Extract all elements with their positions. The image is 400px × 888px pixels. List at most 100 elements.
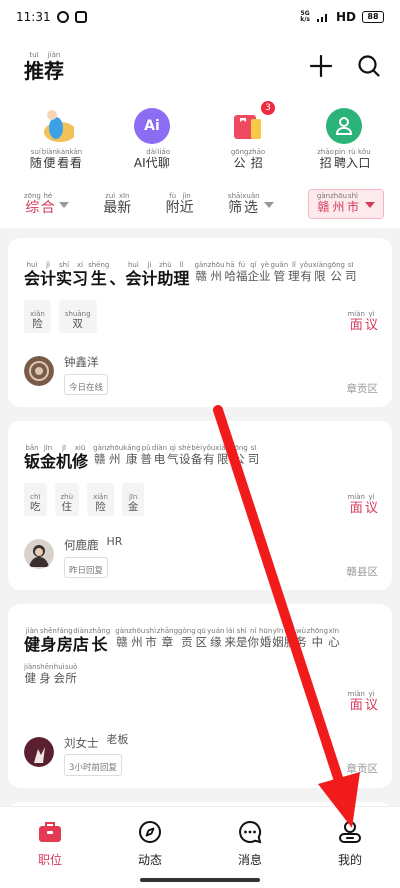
company-name: gàn 赣 zhōu 州 shì 市 zhāng 章 gòng 贡 qū 区 yuán 缘 lái 来 shì 是… <box>115 627 339 649</box>
char: 日 <box>77 565 87 576</box>
char: 章 <box>346 382 358 395</box>
quick-ai[interactable]: Ai AI dài 代 liáo 聊 <box>107 108 197 170</box>
figure-icon <box>38 108 74 144</box>
quick-suibian[interactable]: suí 随 biàn 便 kàn 看 kàn 看 <box>11 108 101 170</box>
add-button[interactable] <box>308 53 334 79</box>
char: 区 <box>367 763 379 776</box>
benefit-tags: chī 吃 zhù 住 xiǎn 险 jīn 金 <box>24 482 145 517</box>
char: 前 <box>91 763 100 774</box>
char: zhù 住 <box>60 492 74 513</box>
filter-nearby[interactable]: fù 附 jìn 近 <box>166 192 194 216</box>
bottom-nav: 职位 动态 消息 我的 <box>0 806 400 888</box>
char: zhōu 州 <box>128 627 146 650</box>
char: yè 业 <box>259 261 271 283</box>
char: zhāng 章 <box>156 627 179 650</box>
filter-label: shāi 筛 xuǎn 选 <box>228 192 260 216</box>
filter-comprehensive[interactable]: zōng 综 hé 合 <box>24 192 69 216</box>
dropdown-arrow-icon <box>58 201 69 208</box>
char: kāng 康 <box>123 444 141 467</box>
nav-label: 消息 <box>237 853 262 867</box>
char: 区 <box>367 382 379 395</box>
char: jìn 近 <box>179 191 194 216</box>
char: qū 区 <box>195 627 208 650</box>
char: 何 <box>64 538 76 553</box>
char: zuì 最 <box>103 191 118 216</box>
char: 刘 <box>64 735 76 750</box>
char: gàn 赣 <box>115 627 129 650</box>
char: 日 <box>77 382 87 393</box>
city-selector[interactable]: gàn 赣 zhōu 州 shì 市 <box>307 189 384 219</box>
quick-label: zhāo 招 pìn 聘 rù 入 kǒu 口 <box>317 148 371 170</box>
char: gàn 赣 <box>194 261 208 283</box>
char: shāi 筛 <box>227 191 243 216</box>
char: xīn 新 <box>117 191 132 216</box>
briefcase-icon <box>39 822 61 842</box>
district: 章贡区 <box>347 375 379 396</box>
char: liáo 聊 <box>157 148 171 170</box>
char: guǎn 管 <box>270 261 289 283</box>
char: 复 <box>108 763 117 774</box>
filter-label: zōng 综 hé 合 <box>24 192 55 216</box>
recruiter-role: HR <box>106 534 123 548</box>
char: hé 合 <box>40 191 55 216</box>
char: xiàn 限 <box>312 261 328 283</box>
char: kàn 看 <box>56 148 70 170</box>
recruiter[interactable]: 钟鑫洋 今日在线 <box>24 347 109 396</box>
char: yǒu 有 <box>202 444 216 467</box>
char: zhōu 州 <box>106 444 124 467</box>
job-card[interactable]: jiàn 健 shēn 身 fáng 房 diàn 店 zhǎng 长 gàn 赣 zhōu 州 shì 市… <box>8 604 392 788</box>
char: shuāng 双 <box>64 309 91 330</box>
nav-jobs[interactable]: 职位 <box>10 819 90 888</box>
recruiter[interactable]: 何鹿鹿 HR 昨日回复 <box>24 530 123 579</box>
char: sī 司 <box>344 261 357 283</box>
char: 士 <box>87 735 99 750</box>
char: rù 入 <box>345 148 358 170</box>
char: sī 司 <box>247 444 260 467</box>
job-card[interactable]: bǎn 钣 jīn 金 jī 机 xiū 修 gàn 赣 zhōu 州 kāng 康 pǔ 普 diàn 电 qì… <box>8 421 392 591</box>
char: hūn 婚 <box>258 627 273 650</box>
char: 贡 <box>357 763 368 776</box>
char: 回 <box>99 763 109 774</box>
char: dài 代 <box>145 148 158 170</box>
job-card[interactable]: huì 会 jì 计 shí 实 xí 习 shēng 生、 huì 会 jì 计 zhù 助 lǐ 理 gàn 赣… <box>8 238 392 408</box>
quick-gongzhao[interactable]: 3 gōng 公 zhāo 招 <box>203 100 293 170</box>
weibo-notification-icon <box>74 11 87 23</box>
district: 章贡区 <box>347 755 379 776</box>
page-title: tuī 推 jiàn 荐 <box>24 51 64 82</box>
job-title: jiàn 健 shēn 身 fáng 房 diàn 店 zhǎng 长 <box>24 627 110 654</box>
quick-label: gōng 公 zhāo 招 <box>231 148 265 170</box>
job-feed: huì 会 jì 计 shí 实 xí 习 shēng 生、 huì 会 jì 计 zhù 助 lǐ 理 gàn 赣… <box>0 228 400 862</box>
quick-zhaopin[interactable]: zhāo 招 pìn 聘 rù 入 kǒu 口 <box>299 108 389 170</box>
char: yuán 缘 <box>207 627 225 650</box>
home-indicator <box>140 878 260 882</box>
char: lái 来 <box>224 627 236 650</box>
company-name-cont: jiàn 健 shēn 身 huì 会 suǒ 所 <box>24 663 77 685</box>
battery-icon: 88 <box>362 11 384 23</box>
char: xiǎn 险 <box>93 492 108 513</box>
benefit-tags: xiǎn 险 shuāng 双 <box>24 299 97 334</box>
char: yì 议 <box>364 309 378 333</box>
search-button[interactable] <box>356 53 382 79</box>
filter-screen[interactable]: shāi 筛 xuǎn 选 <box>228 192 274 216</box>
company-name: gàn 赣 zhōu 州 hā 哈 fú 福 qǐ 企 yè 业 guǎn 管 lǐ 理 yǒu 有 xiàn 限 gō… <box>195 261 357 283</box>
char: shí 实 <box>56 261 73 288</box>
network-speed: 5G k/s <box>300 10 310 23</box>
nav-me[interactable]: 我的 <box>310 819 390 888</box>
char: 鹿 <box>75 538 88 553</box>
char: zhōng 中 <box>306 627 329 650</box>
char: 区 <box>367 565 379 578</box>
char: fù 附 <box>165 191 180 216</box>
char: jì计 <box>40 261 57 288</box>
benefit-tag: shuāng 双 <box>58 299 97 334</box>
chat-icon <box>239 820 262 844</box>
char: AI <box>133 156 146 170</box>
recruiter-name: 何鹿鹿 <box>64 530 99 552</box>
filter-newest[interactable]: zuì 最 xīn 新 <box>103 192 131 216</box>
char: wù 务 <box>295 627 307 650</box>
char: xīn 心 <box>328 627 340 650</box>
char: 章 <box>346 763 358 776</box>
recruiter[interactable]: 刘女士 老板 3小时前回复 <box>24 728 129 776</box>
char: 在 <box>86 382 95 393</box>
char: qǐ 企 <box>247 261 260 283</box>
char: shì 市 <box>145 627 157 650</box>
